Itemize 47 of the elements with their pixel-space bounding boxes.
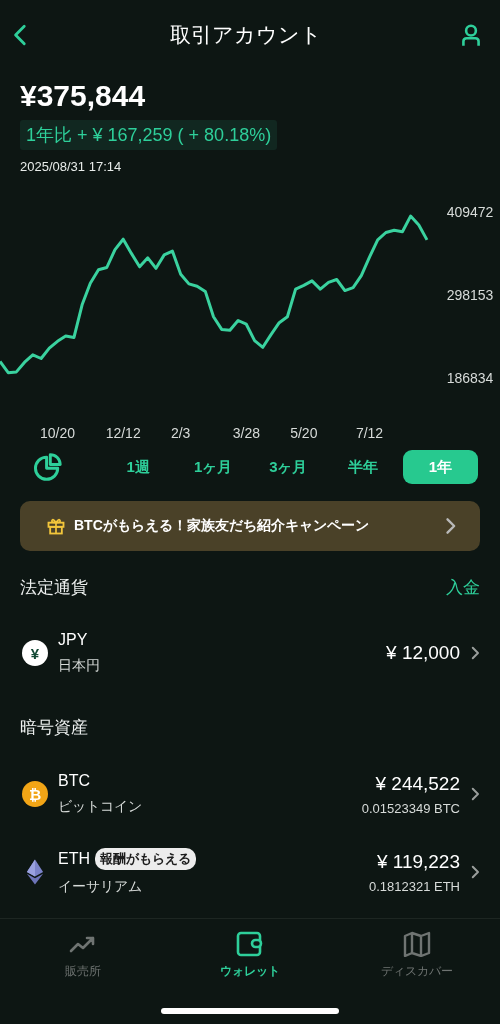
axis-label: 5/20 (290, 425, 318, 441)
campaign-banner[interactable]: BTCがもらえる！家族友だち紹介キャンペーン (20, 501, 480, 551)
nav-tab[interactable]: 販売所 (0, 931, 167, 980)
section-title: 暗号資産 (20, 716, 88, 739)
asset-code: ETH (58, 850, 90, 868)
asset-value: ¥ 119,223 (376, 850, 460, 873)
reward-badge: 報酬がもらえる (95, 848, 196, 870)
asset-row[interactable]: ¥ JPY 日本円 ¥ 12,000 (0, 615, 500, 691)
axis-label: 10/20 (39, 425, 75, 441)
axis-label: 12/12 (105, 425, 141, 441)
period-tab[interactable]: 1ヶ月 (175, 450, 251, 484)
asset-code: JPY (58, 631, 88, 649)
axis-label: 186834 (446, 370, 494, 386)
period-tab[interactable]: 1週 (100, 450, 176, 484)
deposit-link[interactable]: 入金 (446, 575, 480, 599)
banner-text: BTCがもらえる！家族友だち紹介キャンペーン (74, 517, 370, 535)
axis-label: 7/12 (355, 425, 384, 441)
asset-name: 日本円 (58, 657, 101, 675)
yen-icon: ¥ (22, 640, 48, 666)
screen-title: 取引アカウント (170, 22, 322, 48)
asset-name: ビットコイン (58, 798, 143, 816)
axis-label: 298153 (446, 287, 494, 303)
asset-quantity: 0.1812321 ETH (368, 878, 460, 894)
ethereum-icon (26, 858, 44, 886)
balance-amount: ¥375,844 (20, 78, 146, 114)
period-tab[interactable]: 3ヶ月 (250, 450, 326, 484)
nav-tab[interactable]: ディスカバー (333, 931, 500, 980)
bitcoin-icon: ₿ (22, 781, 48, 807)
axis-label: 3/28 (232, 425, 260, 441)
asset-row[interactable]: ₿ BTC ビットコイン ¥ 244,522 0.01523349 BTC (0, 755, 500, 833)
axis-label: 409472 (446, 204, 494, 220)
nav-tab[interactable]: ウォレット (166, 931, 334, 980)
section-title: 法定通貨 (20, 576, 88, 599)
timestamp: 2025/08/31 17:14 (20, 159, 122, 174)
period-tab[interactable]: 半年 (325, 450, 401, 484)
asset-value: ¥ 12,000 (386, 642, 460, 664)
axis-label: 2/3 (170, 425, 191, 441)
asset-name: イーサリアム (58, 878, 143, 896)
asset-row[interactable]: ETH 報酬がもらえる イーサリアム ¥ 119,223 0.1812321 ETH (0, 833, 500, 911)
gift-icon (46, 516, 66, 536)
change-badge: 1年比 + ¥ 167,259 ( + 80.18%) (20, 120, 278, 150)
asset-code: BTC (58, 772, 90, 790)
map-icon (402, 931, 431, 957)
pie-chart-icon[interactable] (33, 452, 63, 482)
asset-value: ¥ 244,522 (375, 772, 460, 795)
asset-quantity: 0.01523349 BTC (361, 800, 460, 816)
wallet-icon (236, 931, 264, 957)
